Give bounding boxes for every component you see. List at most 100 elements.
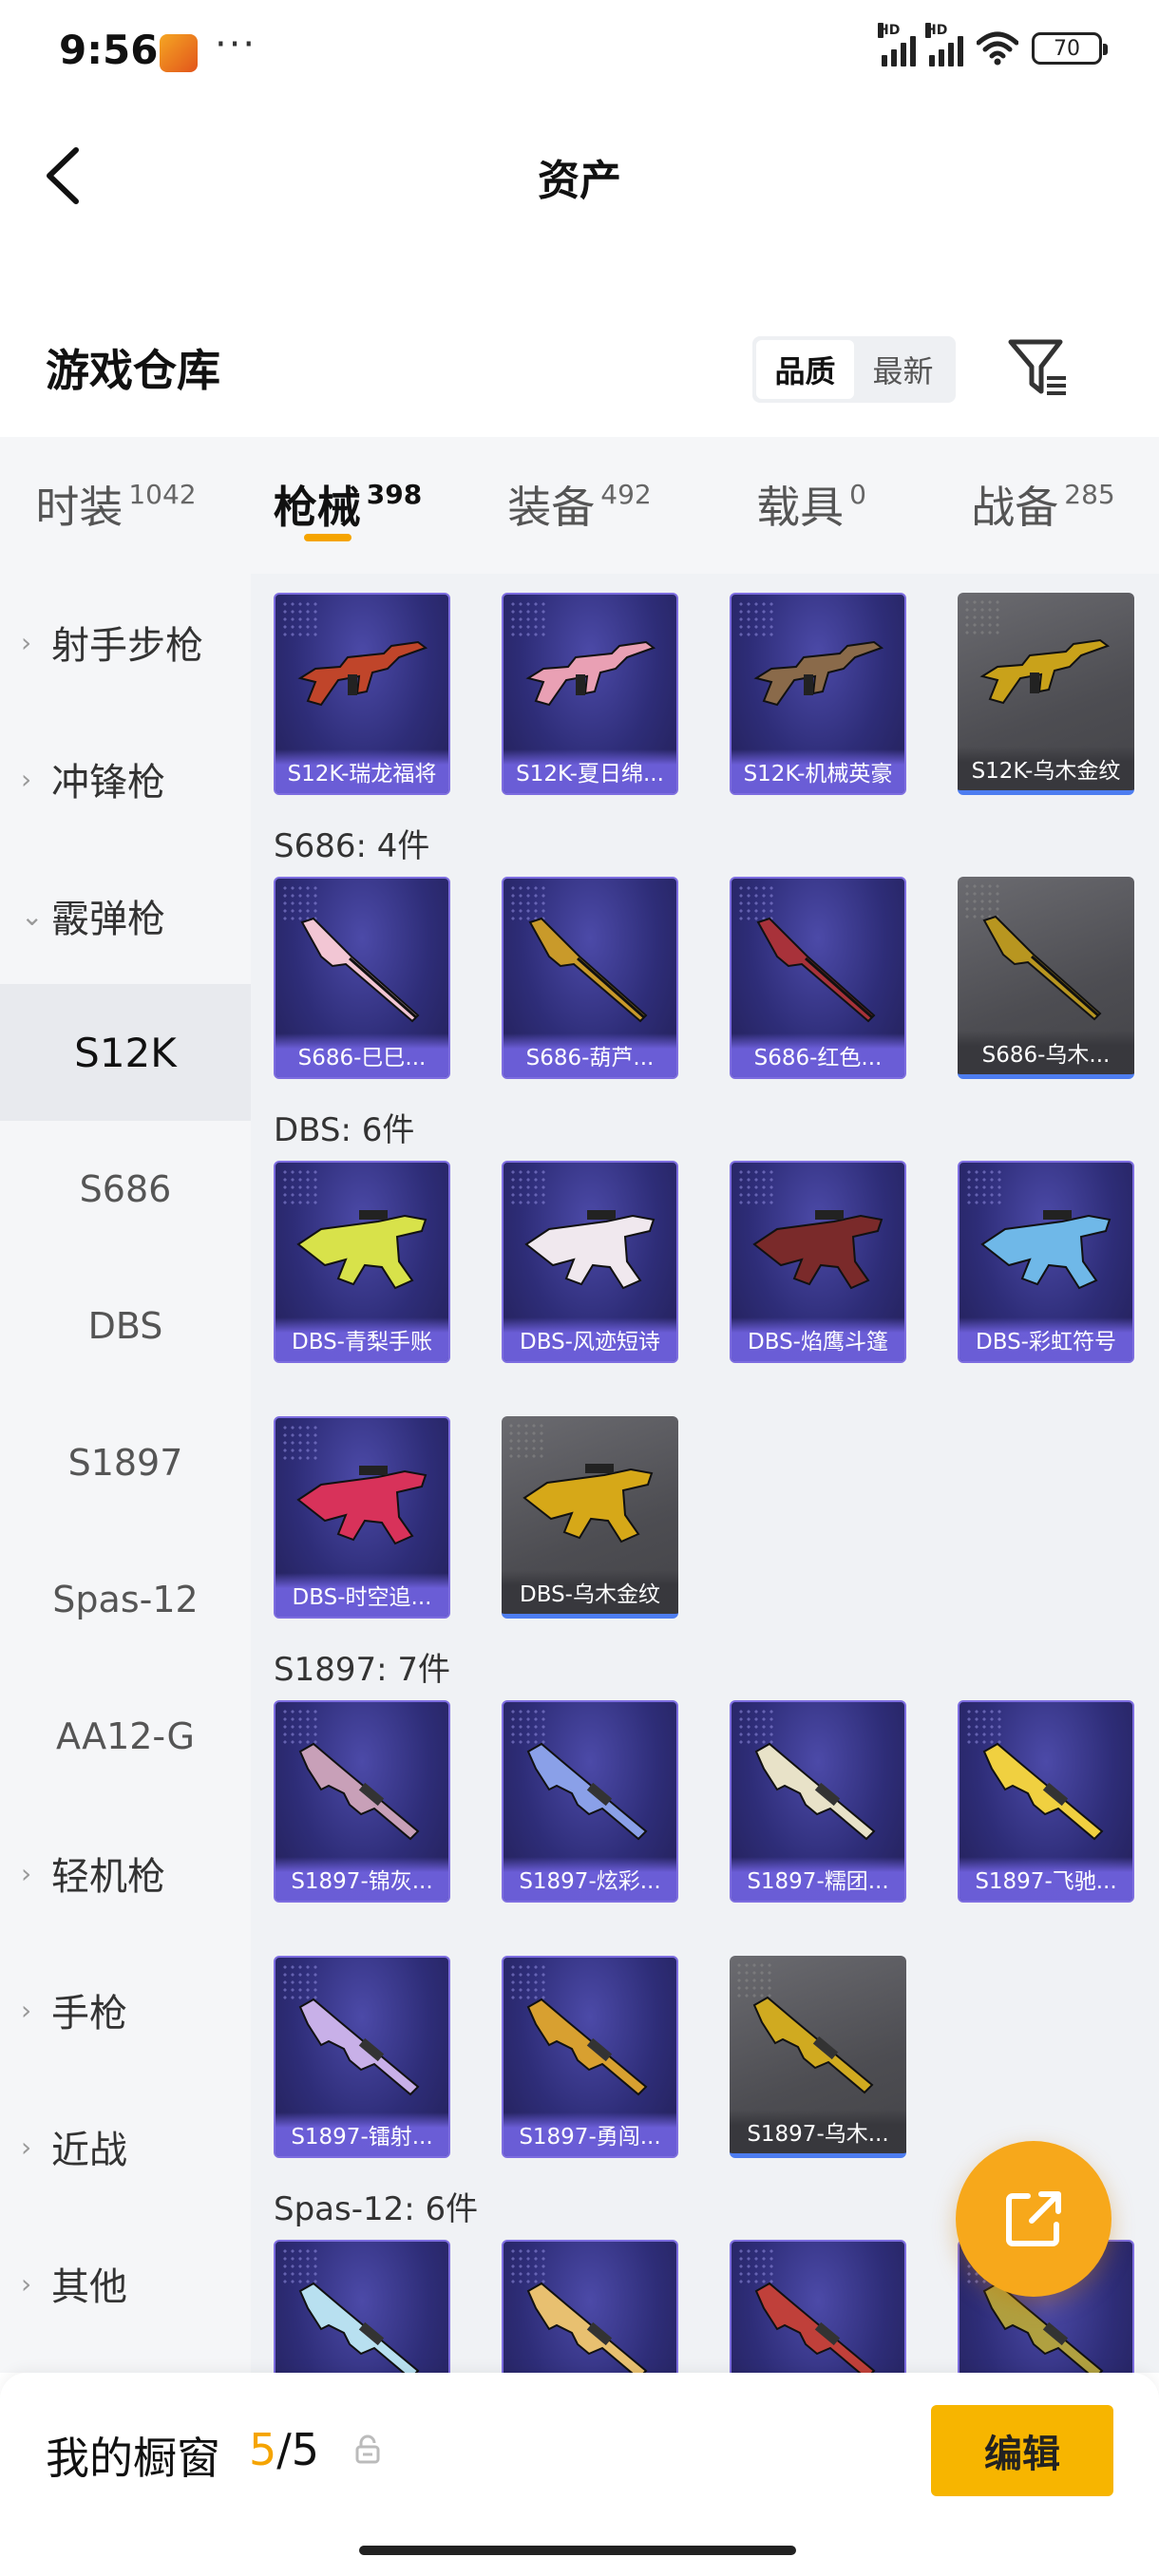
weapon-card-name: S12K-乌木金纹	[958, 747, 1134, 790]
weapon-card[interactable]: DBS-风迹短诗	[502, 1161, 678, 1363]
more-notifications-icon: ···	[215, 23, 257, 66]
page-title: 资产	[538, 157, 621, 205]
weapon-card-name: DBS-青梨手账	[276, 1317, 448, 1361]
weapon-skin-image	[982, 915, 1102, 1021]
weapon-card[interactable]	[502, 2240, 678, 2373]
hd-badge-2: HD	[925, 23, 948, 38]
weapon-card[interactable]: S12K-机械英豪	[730, 593, 906, 795]
weapon-card[interactable]: S1897-乌木...	[730, 1956, 906, 2158]
weapon-card-name: S686-巳巳...	[276, 1033, 448, 1077]
weapon-card[interactable]: DBS-彩虹符号	[958, 1161, 1134, 1363]
sort-latest-button[interactable]: 最新	[854, 340, 952, 399]
filter-icon[interactable]	[1005, 334, 1072, 401]
weapon-skin-image	[979, 638, 1111, 705]
chevron-down-icon: ⌄	[21, 900, 44, 932]
sidebar-subitem-spas12[interactable]: Spas-12	[0, 1531, 251, 1668]
sidebar-item-smg[interactable]: › 冲锋枪	[0, 710, 251, 847]
weapon-card[interactable]: S686-乌木...	[958, 877, 1134, 1079]
weapon-card[interactable]: S686-红色...	[730, 877, 906, 1079]
weapon-card[interactable]: S686-葫芦...	[502, 877, 678, 1079]
sort-quality-button[interactable]: 品质	[756, 340, 854, 399]
sidebar-item-label: 冲锋枪	[51, 761, 165, 805]
weapon-card-name: S12K-瑞龙福将	[276, 749, 448, 793]
signal-icon-2: HD	[925, 23, 963, 66]
tab-count: 1042	[128, 479, 197, 510]
weapon-card[interactable]: S1897-炫彩...	[502, 1700, 678, 1903]
weapon-card[interactable]: DBS-焰鹰斗篷	[730, 1161, 906, 1363]
weapon-sidebar: › 射手步枪 › 冲锋枪 ⌄ 霰弹枪 S12K S686 DBS S1897 Spas…	[0, 574, 251, 2373]
weapon-card[interactable]: S1897-镭射...	[274, 1956, 450, 2158]
sidebar-item-marksman[interactable]: › 射手步枪	[0, 574, 251, 710]
weapon-card[interactable]	[274, 2240, 450, 2373]
weapon-skin-image	[980, 1210, 1112, 1290]
weapon-skin-image	[754, 1742, 876, 1841]
weapon-card-name: DBS-乌木金纹	[502, 1570, 678, 1614]
group-header: S686: 4件	[274, 827, 430, 865]
share-fab-button[interactable]	[956, 2141, 1112, 2297]
weapon-skin-image	[753, 640, 884, 707]
status-right: HD HD 70	[878, 23, 1108, 66]
weapon-card-name: S1897-乌木...	[730, 2110, 906, 2153]
status-time: 9:56	[59, 27, 159, 73]
sidebar-item-label: 霰弹枪	[51, 898, 165, 941]
sidebar-item-other[interactable]: › 其他	[0, 2215, 251, 2352]
weapon-card[interactable]: S686-巳巳...	[274, 877, 450, 1079]
weapon-skin-image	[528, 917, 648, 1023]
sidebar-item-pistol[interactable]: › 手枪	[0, 1941, 251, 2078]
weapon-card[interactable]: DBS-时空追...	[274, 1416, 450, 1619]
weapon-card-name: S1897-糯团...	[732, 1857, 904, 1901]
sidebar-subitem-aa12g[interactable]: AA12-G	[0, 1668, 251, 1805]
weapon-card[interactable]: S1897-糯团...	[730, 1700, 906, 1903]
weapon-card[interactable]: S12K-夏日绵...	[502, 593, 678, 795]
sidebar-item-shotgun[interactable]: ⌄ 霰弹枪	[0, 847, 251, 984]
weapon-skin-image	[298, 2282, 420, 2373]
tab-label: 载具	[756, 482, 845, 533]
sidebar-subitem-s12k[interactable]: S12K	[0, 984, 251, 1121]
weapon-card-name: S12K-机械英豪	[732, 749, 904, 793]
weapon-card-name: S1897-飞驰...	[960, 1857, 1132, 1901]
section-title: 游戏仓库	[46, 345, 220, 396]
sidebar-item-melee[interactable]: › 近战	[0, 2078, 251, 2215]
weapon-skin-image	[524, 1210, 656, 1290]
weapon-card[interactable]: S12K-瑞龙福将	[274, 593, 450, 795]
sidebar-subitem-dbs[interactable]: DBS	[0, 1258, 251, 1394]
weapon-card[interactable]: S1897-勇闯...	[502, 1956, 678, 2158]
status-bar: 9:56 ··· HD HD 70	[0, 0, 1159, 104]
weapon-card-name: S12K-夏日绵...	[504, 749, 676, 793]
tab-count: 398	[366, 479, 423, 510]
chevron-right-icon: ›	[21, 763, 32, 795]
edit-button[interactable]: 编辑	[931, 2405, 1113, 2496]
weapon-skin-image	[526, 1742, 648, 1841]
hd-badge: HD	[878, 23, 901, 38]
sidebar-item-lmg[interactable]: › 轻机枪	[0, 1805, 251, 1941]
weapon-card[interactable]: S1897-飞驰...	[958, 1700, 1134, 1903]
tab-fashion[interactable]: 时装 1042	[0, 437, 232, 574]
weapon-card[interactable]	[730, 2240, 906, 2373]
tab-count: 492	[600, 479, 652, 510]
wifi-icon	[977, 31, 1018, 66]
category-tabs: 时装 1042 枪械 398 装备 492 载具 0 战备 285	[0, 437, 1159, 574]
weapon-card[interactable]: DBS-乌木金纹	[502, 1416, 678, 1619]
weapon-card[interactable]: DBS-青梨手账	[274, 1161, 450, 1363]
share-icon	[1006, 2191, 1061, 2246]
showcase-count: 5/5	[249, 2424, 319, 2475]
tab-supplies[interactable]: 战备 285	[927, 437, 1159, 574]
weapon-skin-image	[752, 1210, 884, 1290]
weapon-skin-image	[754, 2282, 876, 2373]
home-indicator	[359, 2546, 796, 2555]
sidebar-subitem-s686[interactable]: S686	[0, 1121, 251, 1258]
weapon-card-name: S1897-勇闯...	[504, 2112, 676, 2156]
tab-equipment[interactable]: 装备 492	[464, 437, 695, 574]
weapon-card-name: S686-乌木...	[958, 1031, 1134, 1074]
weapon-card[interactable]: S12K-乌木金纹	[958, 593, 1134, 795]
tab-vehicles[interactable]: 载具 0	[695, 437, 927, 574]
group-header: Spas-12: 6件	[274, 2190, 479, 2228]
weapon-card-name: DBS-彩虹符号	[960, 1317, 1132, 1361]
weapon-card-name: S1897-镭射...	[276, 2112, 448, 2156]
weapon-skin-image	[300, 917, 420, 1023]
battery-icon: 70	[1032, 32, 1108, 65]
tab-firearms[interactable]: 枪械 398	[232, 437, 464, 574]
chevron-right-icon: ›	[21, 2267, 32, 2300]
weapon-card[interactable]: S1897-锦灰...	[274, 1700, 450, 1903]
sidebar-subitem-s1897[interactable]: S1897	[0, 1394, 251, 1531]
